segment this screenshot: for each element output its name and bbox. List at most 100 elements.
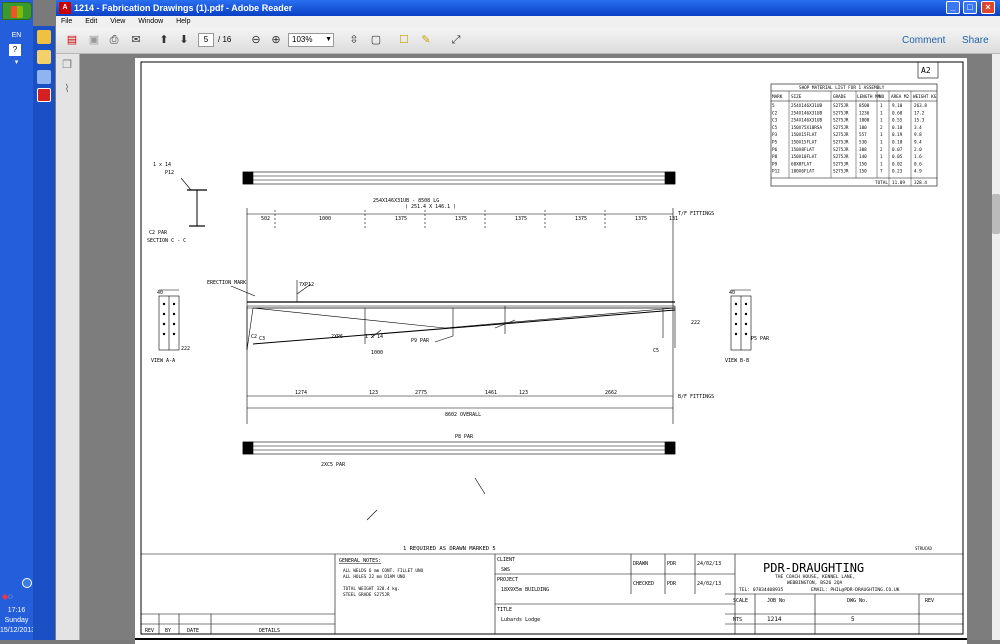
menu-edit[interactable]: Edit [85, 18, 97, 25]
scrollbar-thumb[interactable] [992, 194, 1000, 234]
company-tel: TEL: 07834408935 [739, 587, 783, 593]
close-button[interactable]: × [981, 1, 995, 14]
window-title: 1214 - Fabrication Drawings (1).pdf - Ad… [74, 3, 293, 13]
project-value: 18X9X5m BUILDING [501, 587, 549, 593]
checked-label: CHECKED [633, 581, 654, 587]
top-dimension-value: 131 [669, 216, 678, 222]
bottom-dimension-value: 123 [369, 390, 378, 396]
chevron-down-icon: ▼ [325, 36, 332, 43]
firefox-task-icon[interactable] [37, 30, 51, 44]
folder-task-icon[interactable] [37, 50, 51, 64]
start-button[interactable] [2, 2, 32, 20]
col-no: NO [879, 94, 885, 100]
top-dimension-value: 1375 [455, 216, 467, 222]
material-cell: 9.10 [892, 103, 903, 109]
tray-clock[interactable]: 17:16 Sunday 15/12/2013 [0, 606, 35, 636]
share-pane-button[interactable]: Share [962, 35, 989, 46]
drawn-by: PDR [667, 561, 677, 567]
material-cell: 150 [859, 161, 867, 167]
menu-bar: File Edit View Window Help [56, 16, 1000, 28]
dim-40-b: 40 [729, 290, 735, 296]
create-pdf-icon[interactable]: ▤ [64, 32, 80, 48]
material-cell: 1236 [859, 110, 870, 116]
toolbar: ▤ ▣ ⎙ ✉ ⬆ ⬇ 5 / 16 ⊖ ⊕ 103% ▼ ⇳ ▢ ☐ ✎ ⤢ C… [56, 28, 1000, 54]
sticky-note-icon[interactable]: ☐ [396, 32, 412, 48]
maximize-button[interactable]: □ [963, 1, 977, 14]
c2-par-label: C2 PAR [149, 230, 168, 236]
material-cell: 1 [880, 118, 883, 124]
company-email: EMAIL: PHIL@PDR-DRAUGHTING.CO.UK [811, 587, 900, 593]
save-icon[interactable]: ▣ [86, 32, 102, 48]
job-no: 1214 [767, 616, 782, 623]
material-cell: 0.18 [892, 140, 903, 146]
minimize-button[interactable]: _ [946, 1, 960, 14]
next-page-icon[interactable]: ⬇ [176, 32, 192, 48]
material-cell: P3 [772, 132, 778, 138]
material-cell: 0.10 [892, 125, 903, 131]
company-name: PDR-DRAUGHTING [763, 561, 864, 575]
full-screen-icon[interactable]: ⤢ [448, 32, 464, 48]
c3-label: C3 [259, 336, 265, 342]
fit-width-icon[interactable]: ⇳ [346, 32, 362, 48]
zoom-out-icon[interactable]: ⊖ [248, 32, 264, 48]
menu-file[interactable]: File [61, 18, 72, 25]
overall-label: 8602 OVERALL [445, 412, 481, 418]
material-cell: 0.19 [892, 132, 903, 138]
language-indicator[interactable]: EN [0, 32, 33, 39]
material-cell: 8508 [859, 103, 870, 109]
rev-label: REV [925, 598, 934, 604]
window-titlebar[interactable]: A 1214 - Fabrication Drawings (1).pdf - … [56, 0, 1000, 16]
fit-page-icon[interactable]: ▢ [368, 32, 384, 48]
dim-222-a: 222 [181, 346, 190, 352]
material-cell: 557 [859, 132, 867, 138]
bottom-dimension-value: 2662 [605, 390, 617, 396]
menu-window[interactable]: Window [138, 18, 163, 25]
material-cell: 100X6FLAT [791, 169, 815, 175]
material-cell: S275JR [833, 125, 849, 131]
top-dimension-value: 1375 [395, 216, 407, 222]
x7p12-label: 7XP12 [299, 282, 314, 288]
tray-expand-button[interactable] [22, 578, 32, 588]
material-cell: C2 [772, 110, 778, 116]
page-thumbnails-icon[interactable]: ❐ [61, 58, 73, 72]
menu-view[interactable]: View [110, 18, 125, 25]
note-4: TOTAL WEIGHT 328.4 kg. [343, 586, 400, 592]
page-number-input[interactable]: 5 [198, 33, 214, 47]
project-label: PROJECT [497, 577, 518, 583]
tray-chevron-icon[interactable]: ▾ [0, 58, 33, 66]
print-icon[interactable]: ⎙ [106, 32, 122, 48]
cut-label: ( 251.4 X 146.1 ) [405, 204, 456, 210]
page-total: / 16 [218, 35, 232, 44]
help-task-icon[interactable] [37, 70, 51, 84]
top-dimension-value: 502 [261, 216, 270, 222]
comment-pane-button[interactable]: Comment [902, 35, 945, 46]
menu-help[interactable]: Help [176, 18, 190, 25]
material-cell: 150X8FLAT [791, 147, 815, 153]
highlight-icon[interactable]: ✎ [418, 32, 434, 48]
vertical-scrollbar[interactable] [992, 54, 1000, 640]
material-cell: 2 [880, 147, 883, 153]
prev-page-icon[interactable]: ⬆ [156, 32, 172, 48]
material-cell: S275JR [833, 154, 849, 160]
adobe-reader-task-icon[interactable] [37, 88, 51, 102]
email-icon[interactable]: ✉ [128, 32, 144, 48]
material-cell: 150X15FLAT [791, 140, 817, 146]
total-label: TOTAL [875, 180, 888, 186]
material-cell: S275JR [833, 132, 849, 138]
drawn-date: 24/02/13 [697, 561, 721, 567]
tf-fittings-label: T/F FITTINGS [678, 211, 714, 217]
help-icon[interactable]: ? [9, 44, 21, 56]
attachments-icon[interactable]: ⌇ [61, 82, 73, 96]
material-cell: 1008 [859, 118, 870, 124]
material-cell: P9 [772, 161, 778, 167]
total-weight: 328.4 [914, 180, 927, 186]
material-cell: 0.55 [892, 118, 903, 124]
bottom-dimension-value: 1274 [295, 390, 307, 396]
zoom-select[interactable]: 103% ▼ [288, 33, 334, 47]
zoom-in-icon[interactable]: ⊕ [268, 32, 284, 48]
col-mark: MARK [772, 94, 783, 100]
top-dimension-value: 1375 [515, 216, 527, 222]
windows-logo-icon [11, 6, 23, 18]
material-cell: P5 [772, 140, 778, 146]
document-area[interactable]: A2 SHOP MATERIAL LIST FOR 1 ASSEMBLY MAR… [80, 54, 992, 644]
